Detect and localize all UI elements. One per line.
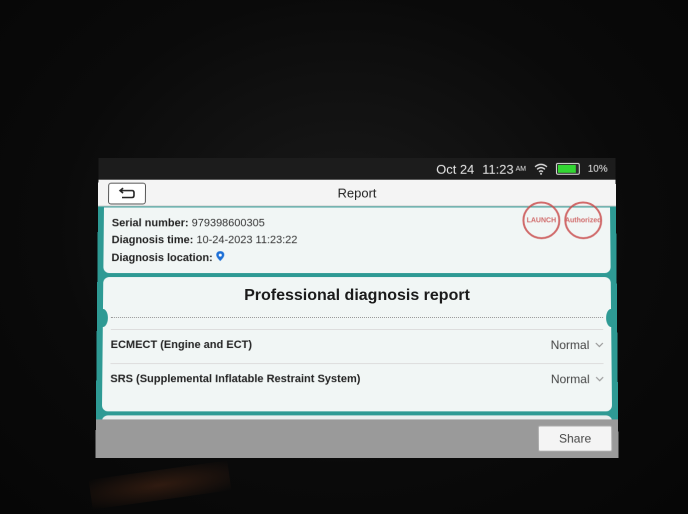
- status-text: Normal: [550, 338, 590, 353]
- battery-icon: [555, 162, 580, 175]
- right-notch: [606, 308, 617, 328]
- status-time: 11:23: [482, 161, 514, 177]
- location-pin-icon: [216, 251, 225, 262]
- report-card: Professional diagnosis report ECMECT (En…: [97, 277, 617, 412]
- launch-stamp: LAUNCH: [522, 201, 561, 240]
- share-button[interactable]: Share: [537, 425, 613, 452]
- chevron-down-icon: [595, 342, 603, 347]
- page-title: Report: [337, 185, 377, 201]
- battery-percent: 10%: [587, 163, 608, 175]
- serial-number-line: Serial number: 979398600305: [112, 217, 265, 229]
- system-status: Normal: [551, 372, 604, 386]
- status-text: Normal: [550, 372, 590, 387]
- system-name: ECMECT (Engine and ECT): [110, 339, 253, 352]
- device-screen: Oct 24 11:23 AM 10% Report Serial number…: [95, 157, 619, 458]
- status-ampm: AM: [515, 165, 527, 173]
- serial-label: Serial number:: [111, 217, 189, 230]
- status-bar: Oct 24 11:23 AM 10%: [98, 157, 616, 180]
- back-button[interactable]: [107, 182, 147, 205]
- system-name: SRS (Supplemental Inflatable Restraint S…: [110, 373, 361, 386]
- system-row-ecmect[interactable]: ECMECT (Engine and ECT) Normal: [110, 329, 604, 361]
- launch-stamp-text: LAUNCH: [526, 216, 557, 224]
- system-status: Normal: [551, 338, 604, 352]
- diagnosis-location-line: Diagnosis location:: [111, 251, 225, 265]
- dotted-divider: [110, 316, 604, 318]
- left-notch: [97, 308, 108, 328]
- authorized-stamp: Authorized: [564, 201, 603, 240]
- system-row-srs[interactable]: SRS (Supplemental Inflatable Restraint S…: [110, 363, 604, 395]
- diagnosis-location-label: Diagnosis location:: [111, 252, 213, 265]
- diagnosis-time-label: Diagnosis time:: [111, 234, 194, 247]
- info-card: Serial number: 979398600305 Diagnosis ti…: [103, 201, 611, 274]
- wifi-icon: [534, 163, 548, 175]
- diagnosis-time-line: Diagnosis time: 10-24-2023 11:23:22: [112, 234, 298, 246]
- back-arrow-icon: [119, 188, 136, 200]
- serial-value: 979398600305: [191, 217, 265, 230]
- authorized-stamp-text: Authorized: [564, 216, 602, 224]
- diagnosis-time-value: 10-24-2023 11:23:22: [196, 234, 298, 247]
- status-date: Oct 24: [436, 161, 475, 177]
- report-title: Professional diagnosis report: [244, 287, 470, 305]
- chevron-down-icon: [596, 376, 604, 382]
